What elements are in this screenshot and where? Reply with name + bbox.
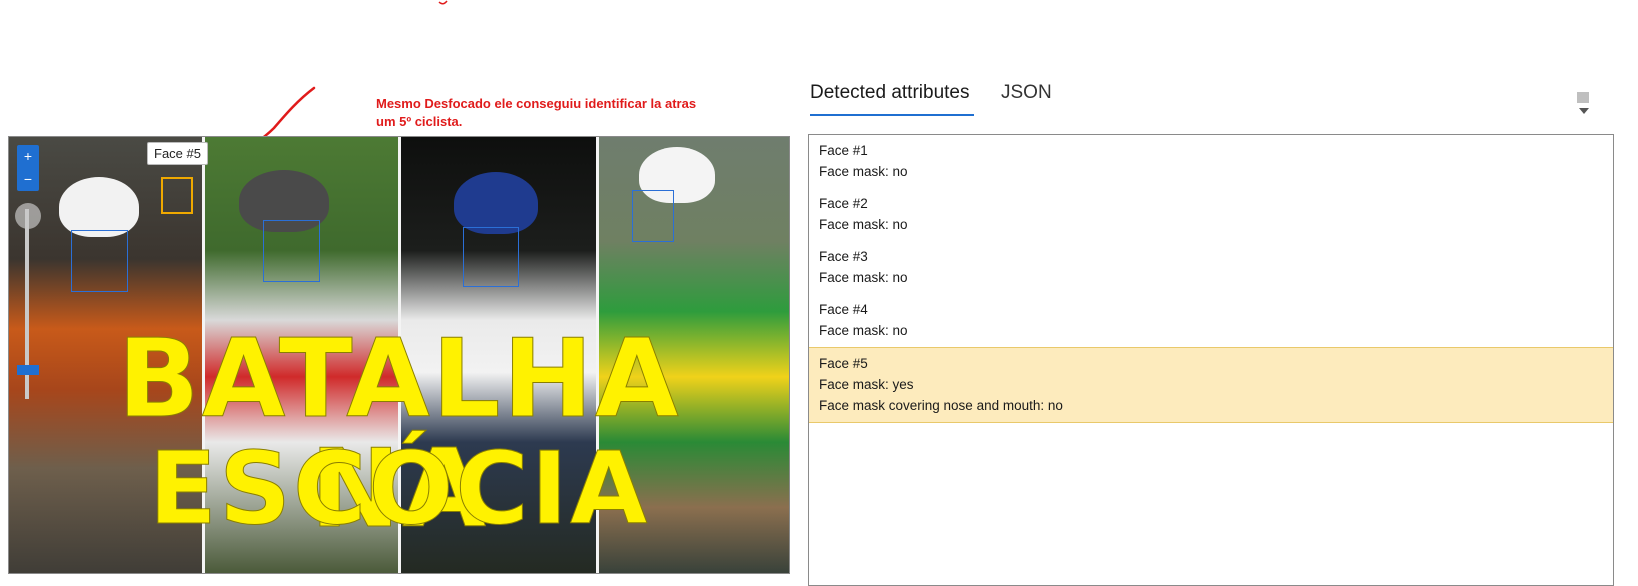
red-mark — [438, 0, 448, 5]
list-item[interactable]: Face #4 Face mask: no — [809, 294, 1613, 347]
face-box-3[interactable] — [463, 227, 519, 287]
face-title: Face #3 — [819, 249, 868, 264]
list-item[interactable]: Face #1 Face mask: no — [809, 135, 1613, 188]
face-mask: Face mask: no — [819, 270, 908, 285]
attributes-list[interactable]: Face #1 Face mask: no Face #2 Face mask:… — [808, 134, 1614, 586]
image-viewer[interactable]: BATALHA NA ESCÓCIA + − Face #5 — [8, 136, 790, 574]
face-box-5[interactable] — [161, 177, 193, 214]
scroll-box-icon — [1577, 92, 1589, 103]
scroll-down-button[interactable] — [1577, 92, 1591, 122]
face-box-2[interactable] — [263, 220, 320, 282]
cyclist-helmet — [59, 177, 139, 237]
tab-detected-attributes[interactable]: Detected attributes — [810, 82, 969, 104]
face-box-1[interactable] — [71, 230, 128, 292]
face-box-4[interactable] — [632, 190, 674, 242]
face-title: Face #1 — [819, 143, 868, 158]
face-title: Face #5 — [819, 356, 868, 371]
chevron-down-icon — [1579, 108, 1589, 114]
active-tab-indicator — [810, 114, 974, 116]
face-mask: Face mask: yes — [819, 377, 914, 392]
annotation-text: Mesmo Desfocado ele conseguiu identifica… — [376, 96, 697, 129]
face-mask: Face mask: no — [819, 217, 908, 232]
face-mask: Face mask: no — [819, 323, 908, 338]
face-tooltip: Face #5 — [147, 142, 208, 165]
list-item[interactable]: Face #2 Face mask: no — [809, 188, 1613, 241]
face-mask-covering: Face mask covering nose and mouth: no — [819, 398, 1063, 413]
zoom-slider-thumb[interactable] — [17, 365, 39, 375]
face-mask: Face mask: no — [819, 164, 908, 179]
headline-line-2: ESCÓCIA — [148, 430, 650, 547]
face-title: Face #4 — [819, 302, 868, 317]
tab-json[interactable]: JSON — [1001, 82, 1052, 104]
zoom-out-button[interactable]: − — [17, 168, 39, 191]
zoom-in-button[interactable]: + — [17, 145, 39, 168]
list-item-selected[interactable]: Face #5 Face mask: yes Face mask coverin… — [809, 347, 1613, 423]
zoom-controls[interactable]: + − — [17, 145, 39, 191]
cyclist-helmet — [454, 172, 538, 234]
face-title: Face #2 — [819, 196, 868, 211]
list-item[interactable]: Face #3 Face mask: no — [809, 241, 1613, 294]
